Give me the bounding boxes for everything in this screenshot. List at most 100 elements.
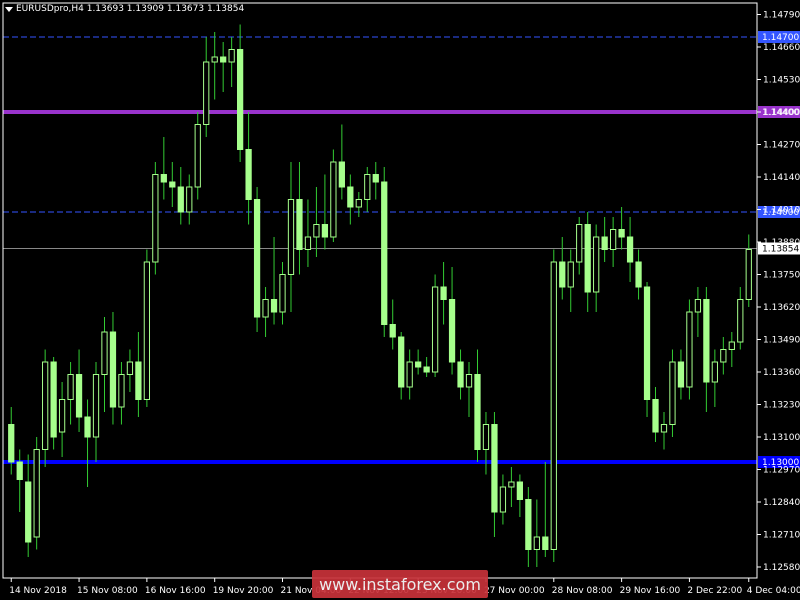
candle-body-bear — [448, 299, 456, 363]
candle-body-bear — [652, 399, 659, 433]
candle-body-bear — [177, 186, 184, 213]
y-tick-label: 1.12580 — [763, 563, 800, 573]
candle — [372, 162, 379, 200]
candle — [50, 357, 57, 450]
candle-body-bull — [58, 399, 66, 433]
candle — [745, 234, 752, 307]
candle — [118, 362, 125, 425]
candle — [677, 349, 685, 400]
y-tick-label: 1.12710 — [763, 531, 800, 541]
y-tick-label: 1.13880 — [763, 238, 800, 248]
level-price-label: 1.14700 — [762, 33, 799, 43]
candle-body-bear — [160, 174, 167, 183]
candle-body-bear — [457, 361, 464, 388]
candle-body-bear — [75, 374, 83, 418]
candle — [177, 167, 184, 225]
candle-body-bear — [618, 229, 625, 238]
candle — [228, 37, 235, 87]
candle-body-bull — [364, 174, 371, 200]
y-tick-label: 1.13490 — [763, 336, 800, 346]
candle-body-bull — [686, 311, 693, 388]
y-tick-label: 1.13360 — [763, 368, 800, 378]
candle — [609, 217, 617, 267]
candle-body-bear — [296, 199, 303, 250]
candle — [533, 499, 540, 567]
candle-body-bull — [143, 261, 151, 400]
candle — [42, 349, 49, 467]
y-tick-label: 1.14530 — [763, 76, 800, 86]
candle — [236, 24, 244, 162]
y-tick-label: 1.13750 — [763, 271, 800, 281]
candle-body-bull — [262, 299, 269, 318]
candle-body-bear — [389, 324, 396, 338]
candle-body-bull — [669, 361, 676, 425]
candle — [143, 249, 151, 407]
candle — [253, 187, 261, 332]
price-chart[interactable]: 1.147001.144001.140001.130001.13854 1.14… — [0, 0, 800, 600]
candles-layer — [8, 24, 752, 567]
x-tick-label: 2 Dec 22:00 — [687, 586, 742, 596]
candle-body-bull — [279, 274, 286, 313]
candle-body-bear — [84, 416, 91, 438]
candle — [508, 467, 515, 507]
candle-body-bull — [499, 486, 507, 513]
candle — [296, 162, 303, 275]
candle-body-bull — [118, 374, 125, 408]
candle — [389, 299, 396, 350]
candle — [669, 349, 676, 437]
y-tick-label: 1.12840 — [763, 498, 800, 508]
candle-body-bear — [635, 261, 642, 288]
candle — [686, 299, 693, 400]
candle — [75, 349, 83, 432]
candle-body-bull — [355, 199, 362, 208]
candle-body-bear — [626, 236, 634, 263]
candle-body-bull — [533, 536, 540, 550]
candle — [720, 337, 727, 375]
y-tick-label: 1.14400 — [763, 108, 800, 118]
candle — [262, 287, 269, 337]
candle-body-bull — [101, 331, 108, 375]
candle — [245, 112, 252, 225]
candle-body-bear — [8, 424, 15, 463]
candle-body-bear — [220, 56, 227, 63]
watermark-text: www.instaforex.com — [319, 574, 481, 594]
candle — [364, 167, 371, 212]
candle — [440, 262, 447, 325]
candle-body-bull — [92, 374, 100, 438]
candle — [525, 487, 532, 567]
candle — [593, 224, 600, 312]
candle-body-bear — [372, 174, 379, 183]
candle-body-bear — [270, 299, 278, 313]
candle — [635, 249, 642, 300]
candle — [16, 449, 23, 512]
candle-body-bear — [423, 366, 430, 373]
y-tick-label: 1.13100 — [763, 433, 800, 443]
candle-body-bull — [304, 236, 312, 250]
candle-body-bull — [720, 349, 727, 363]
candle — [618, 207, 625, 250]
candle — [584, 212, 591, 312]
candle — [279, 262, 286, 325]
candle-body-bear — [516, 481, 524, 500]
symbol-label: EURUSDpro,H4 — [16, 4, 84, 14]
candle-body-bear — [381, 181, 388, 325]
x-tick-label: 16 Nov 16:00 — [145, 586, 206, 596]
candle-body-bear — [584, 224, 591, 293]
plot-frame — [2, 2, 758, 579]
candle-body-bear — [135, 361, 142, 400]
candle-body-bear — [169, 181, 176, 188]
candle-body-bear — [245, 149, 252, 200]
chart-header: EURUSDpro,H4 1.13693 1.13909 1.13673 1.1… — [16, 4, 244, 14]
candle-body-bull — [482, 424, 490, 450]
candle-body-bull — [550, 261, 557, 550]
y-tick-label: 1.14660 — [763, 43, 800, 53]
candle — [457, 349, 464, 400]
candle — [474, 349, 481, 462]
candle-body-bull — [609, 229, 617, 250]
candle — [220, 42, 227, 92]
x-tick-label: 19 Nov 20:00 — [213, 586, 274, 596]
candle-body-bear — [25, 481, 32, 543]
candle — [550, 249, 557, 562]
candle-body-bear — [525, 499, 532, 550]
chart-menu-icon[interactable] — [5, 7, 13, 12]
